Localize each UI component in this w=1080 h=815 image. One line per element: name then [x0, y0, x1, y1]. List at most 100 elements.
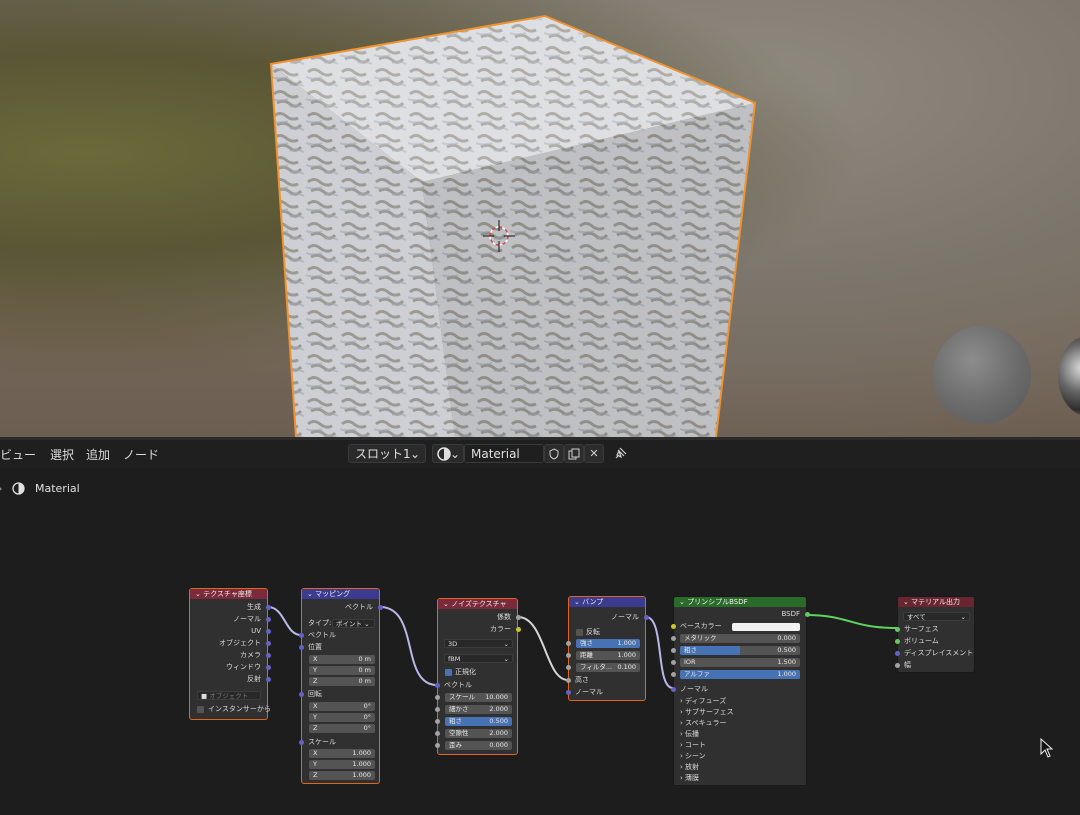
socket-output[interactable] [516, 615, 521, 620]
bsdf-panel-toggle[interactable]: › ディフューズ [674, 696, 806, 706]
node-noise-texture[interactable]: ⌄ ノイズテクスチャ 係数 カラー 3D ⌄ fBM ⌄ 正規化 ベクトル スケール… [435, 598, 521, 755]
socket-output[interactable] [266, 665, 271, 670]
socket-input[interactable] [435, 743, 440, 748]
node-header[interactable]: ⌄ マッピング [302, 589, 379, 599]
node-header[interactable]: ⌄ プリンシプルBSDF [674, 597, 806, 607]
base-color-swatch[interactable] [732, 623, 800, 631]
output-vector: ベクトル [345, 603, 373, 611]
field-label: 距離 [580, 651, 593, 659]
dimensions-dropdown[interactable]: 3D ⌄ [444, 639, 513, 648]
node-header[interactable]: ⌄ ノイズテクスチャ [438, 599, 517, 609]
socket-input[interactable] [895, 651, 900, 656]
bump-param-field[interactable]: フィルタ... 0.100 [576, 663, 640, 672]
noise-type-dropdown[interactable]: fBM ⌄ [444, 654, 513, 663]
socket-input[interactable] [671, 672, 676, 677]
socket-input[interactable] [566, 665, 571, 670]
socket-input[interactable] [566, 641, 571, 646]
bump-param-field[interactable]: 距離 1.000 [576, 651, 640, 660]
socket-output[interactable] [378, 605, 383, 610]
bsdf-panel-toggle[interactable]: › コート [674, 740, 806, 750]
socket-output[interactable] [266, 641, 271, 646]
location-x-field[interactable]: X0 m [309, 655, 375, 664]
socket-input[interactable] [566, 678, 571, 683]
node-bump[interactable]: ⌄ バンプ ノーマル 反転 高さ ノーマル 強さ 1.000 距離 1.000 フィルタ… [566, 596, 649, 701]
socket-input[interactable] [299, 692, 304, 697]
node-header[interactable]: ⌄ バンプ [569, 597, 645, 607]
panel-label: 放射 [685, 763, 700, 771]
field-label: フィルタ... [580, 663, 613, 671]
type-dropdown[interactable]: ポイント ⌄ [332, 619, 375, 628]
field-label: 粗さ [449, 717, 462, 725]
bsdf-param-field[interactable]: 粗さ 0.500 [680, 646, 800, 655]
node-links [267, 606, 898, 689]
bsdf-param-field[interactable]: IOR 1.500 [680, 658, 800, 667]
socket-input[interactable] [671, 660, 676, 665]
noise-param-field[interactable]: 空隙性 2.000 [445, 729, 512, 738]
scale-x-field[interactable]: X 1.000 [309, 749, 375, 758]
socket-input[interactable] [671, 648, 676, 653]
socket-input[interactable] [671, 636, 676, 641]
noise-param-field[interactable]: 細かさ 2.000 [445, 705, 512, 714]
socket-output[interactable] [266, 617, 271, 622]
field-value: 10.000 [485, 693, 508, 701]
field-label: 強さ [580, 639, 593, 647]
bsdf-panel-toggle[interactable]: › 放射 [674, 762, 806, 772]
socket-output[interactable] [644, 615, 649, 620]
socket-input[interactable] [895, 627, 900, 632]
socket-input[interactable] [435, 683, 440, 688]
location-z-field[interactable]: Z0 m [309, 677, 375, 686]
socket-output[interactable] [266, 653, 271, 658]
input-displacement: ディスプレイスメント [904, 649, 974, 657]
target-dropdown[interactable]: すべて ⌄ [903, 612, 970, 621]
socket-input[interactable] [566, 653, 571, 658]
bsdf-panel-toggle[interactable]: › サブサーフェス [674, 707, 806, 717]
bsdf-panel-toggle[interactable]: › 薄膜 [674, 773, 806, 783]
socket-input[interactable] [671, 687, 676, 692]
node-principled-bsdf[interactable]: ⌄ プリンシプルBSDF BSDF ベースカラー ノーマル メタリック 0.000… [671, 596, 810, 786]
scale-z-field[interactable]: Z 1.000 [309, 771, 375, 780]
socket-input[interactable] [299, 740, 304, 745]
field-label: IOR [684, 658, 696, 666]
socket-output[interactable] [266, 605, 271, 610]
node-texture-coordinate[interactable]: ⌄ テクスチャ座標 生成 ノーマル UV オブジェクト カメラ ウィンドウ 反射… [189, 588, 271, 720]
normalize-label: 正規化 [455, 668, 476, 676]
field-value: 0.000 [489, 741, 508, 749]
socket-input[interactable] [435, 719, 440, 724]
socket-input[interactable] [895, 639, 900, 644]
node-header[interactable]: ⌄ マテリアル出力 [898, 597, 974, 607]
location-y-field[interactable]: Y0 m [309, 666, 375, 675]
bsdf-panel-toggle[interactable]: › スペキュラー [674, 718, 806, 728]
bsdf-panel-toggle[interactable]: › 伝播 [674, 729, 806, 739]
socket-input[interactable] [435, 707, 440, 712]
socket-input[interactable] [435, 731, 440, 736]
bump-param-field[interactable]: 強さ 1.000 [576, 639, 640, 648]
noise-param-field[interactable]: スケール 10.000 [445, 693, 512, 702]
input-vector: ベクトル [308, 631, 336, 639]
bsdf-param-field[interactable]: メタリック 0.000 [680, 634, 800, 643]
bsdf-param-field[interactable]: アルファ 1.000 [680, 670, 800, 679]
socket-input[interactable] [299, 645, 304, 650]
noise-param-field[interactable]: 粗さ 0.500 [445, 717, 512, 726]
field-value: 2.000 [489, 705, 508, 713]
node-mapping[interactable]: ⌄ マッピング ベクトル タイプ: ポイント ⌄ ベクトル 位置 X0 m Y0… [299, 588, 383, 784]
scale-y-field[interactable]: Y 1.000 [309, 760, 375, 769]
object-field[interactable]: ■ オブジェクト [197, 691, 261, 700]
socket-output[interactable] [266, 629, 271, 634]
invert-label: 反転 [586, 628, 600, 636]
socket-input[interactable] [299, 633, 304, 638]
socket-output[interactable] [805, 612, 810, 617]
rotation-z-field[interactable]: Z 0° [309, 724, 375, 733]
socket-output[interactable] [516, 627, 521, 632]
rotation-x-field[interactable]: X 0° [309, 702, 375, 711]
node-material-output[interactable]: ⌄ マテリアル出力 すべて ⌄ サーフェス ボリューム ディスプレイスメント 幅 [895, 596, 975, 673]
socket-input[interactable] [671, 624, 676, 629]
socket-input[interactable] [895, 663, 900, 668]
rotation-y-field[interactable]: Y 0° [309, 713, 375, 722]
node-header[interactable]: ⌄ テクスチャ座標 [190, 589, 267, 599]
output-object: オブジェクト [219, 639, 261, 647]
socket-output[interactable] [266, 677, 271, 682]
noise-param-field[interactable]: 歪み 0.000 [445, 741, 512, 750]
socket-input[interactable] [435, 695, 440, 700]
bsdf-panel-toggle[interactable]: › シーン [674, 751, 806, 761]
socket-input[interactable] [566, 690, 571, 695]
